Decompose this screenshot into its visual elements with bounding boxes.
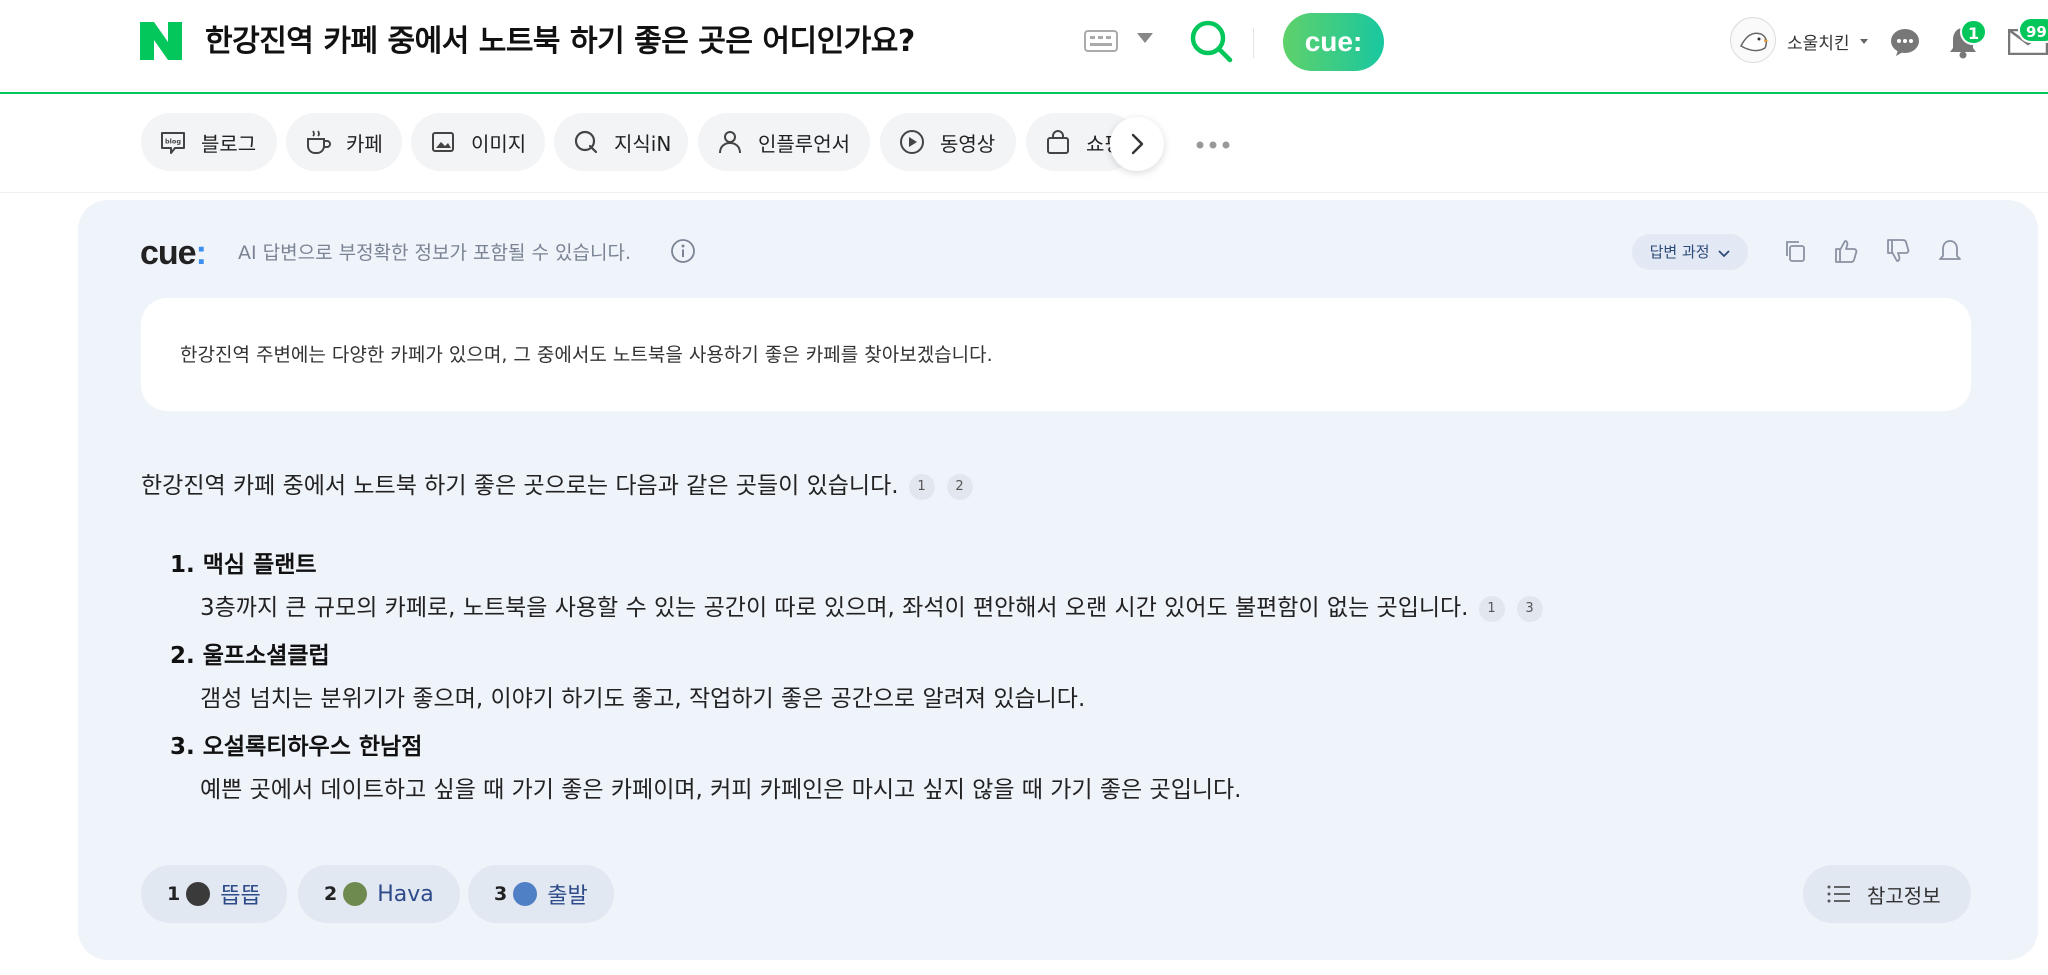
chicken-avatar-icon xyxy=(1732,19,1775,62)
answer-lead: 한강진역 카페 중에서 노트북 하기 좋은 곳으로는 다음과 같은 곳들이 있습… xyxy=(141,466,973,500)
person-icon xyxy=(719,131,741,154)
tab-blog[interactable]: blog 블로그 xyxy=(141,113,277,171)
image-icon xyxy=(432,132,454,152)
search-icon[interactable] xyxy=(1188,18,1234,64)
alert-bell-icon[interactable] xyxy=(1936,237,1964,265)
blog-icon: blog xyxy=(161,132,185,154)
reference-info-button[interactable]: 참고정보 xyxy=(1803,865,1971,923)
source-avatar xyxy=(513,882,538,906)
username[interactable]: 소울치킨 xyxy=(1787,29,1850,54)
kin-icon xyxy=(574,130,598,154)
chevron-right-icon xyxy=(1131,133,1144,155)
tab-label: 카페 xyxy=(346,131,383,156)
more-icon[interactable] xyxy=(1196,141,1230,149)
tab-label: 인플루언서 xyxy=(758,131,850,156)
source-chip[interactable]: 2 Hava xyxy=(298,865,460,923)
source-avatar xyxy=(186,882,211,906)
tab-image[interactable]: 이미지 xyxy=(411,113,545,171)
search-header: 한강진역 카페 중에서 노트북 하기 좋은 곳은 어디인가요? cue: 소울치… xyxy=(0,0,2048,94)
tab-influencer[interactable]: 인플루언서 xyxy=(698,113,870,171)
ai-disclaimer: AI 답변으로 부정확한 정보가 포함될 수 있습니다. xyxy=(238,242,631,264)
thumbs-down-icon[interactable] xyxy=(1884,237,1912,265)
tab-label: 블로그 xyxy=(201,131,257,156)
cafe-cup-icon xyxy=(307,130,331,154)
notification-badge: 1 xyxy=(1960,19,1988,45)
answer-item-title: 3. 오설록티하우스 한남점 xyxy=(170,734,423,760)
answer-item-title: 1. 맥심 플랜트 xyxy=(170,552,317,578)
source-chip[interactable]: 3 출발 xyxy=(468,865,614,923)
chevron-down-icon xyxy=(1718,249,1731,257)
search-tabs: blog 블로그 카페 이미지 지식iN 인플루언서 동영상 쇼핑 xyxy=(0,95,2048,193)
answer-item-desc: 갬성 넘치는 분위기가 좋으며, 이야기 하기도 좋고, 작업하기 좋은 공간으… xyxy=(200,686,1086,712)
answer-item-desc: 3층까지 큰 규모의 카페로, 노트북을 사용할 수 있는 공간이 따로 있으며… xyxy=(200,588,1543,622)
tab-kin[interactable]: 지식iN xyxy=(554,113,688,171)
answer-summary: 한강진역 주변에는 다양한 카페가 있으며, 그 중에서도 노트북을 사용하기 … xyxy=(180,344,993,366)
keyboard-icon[interactable] xyxy=(1084,30,1118,52)
answer-item-desc: 예쁜 곳에서 데이트하고 싶을 때 가기 좋은 카페이며, 커피 카페인은 마시… xyxy=(200,777,1242,803)
naver-logo[interactable] xyxy=(140,22,182,60)
citation-badge[interactable]: 3 xyxy=(1516,595,1543,622)
copy-icon[interactable] xyxy=(1781,237,1809,265)
citation-badge[interactable]: 1 xyxy=(908,473,935,500)
tabs-next-button[interactable] xyxy=(1110,117,1164,171)
chevron-down-icon[interactable] xyxy=(1860,39,1868,44)
talk-icon[interactable] xyxy=(1890,28,1920,56)
play-icon xyxy=(900,130,924,154)
shopping-bag-icon xyxy=(1047,130,1069,154)
tab-label: 지식iN xyxy=(614,131,672,156)
avatar[interactable] xyxy=(1730,17,1776,63)
thumbs-up-icon[interactable] xyxy=(1832,237,1860,265)
cue-logo: cue: xyxy=(140,234,207,272)
answer-process-button[interactable]: 답변 과정 xyxy=(1632,234,1748,270)
svg-text:blog: blog xyxy=(165,138,181,146)
header-divider xyxy=(1253,28,1254,58)
info-icon[interactable] xyxy=(670,238,696,264)
answer-item-title: 2. 울프소셜클럽 xyxy=(170,643,330,669)
source-chip[interactable]: 1 뜹뜹 xyxy=(141,865,287,923)
citation-badge[interactable]: 1 xyxy=(1478,595,1505,622)
list-icon xyxy=(1827,885,1850,903)
citation-badge[interactable]: 2 xyxy=(946,473,973,500)
tab-label: 이미지 xyxy=(471,131,527,156)
tab-video[interactable]: 동영상 xyxy=(880,113,1016,171)
search-query[interactable]: 한강진역 카페 중에서 노트북 하기 좋은 곳은 어디인가요? xyxy=(205,18,915,66)
cue-button[interactable]: cue: xyxy=(1283,13,1384,71)
source-avatar xyxy=(343,882,368,906)
mail-badge: 99 xyxy=(2018,17,2048,43)
tab-label: 동영상 xyxy=(940,131,996,156)
tab-cafe[interactable]: 카페 xyxy=(286,113,402,171)
keyboard-dropdown-icon[interactable] xyxy=(1137,33,1153,43)
